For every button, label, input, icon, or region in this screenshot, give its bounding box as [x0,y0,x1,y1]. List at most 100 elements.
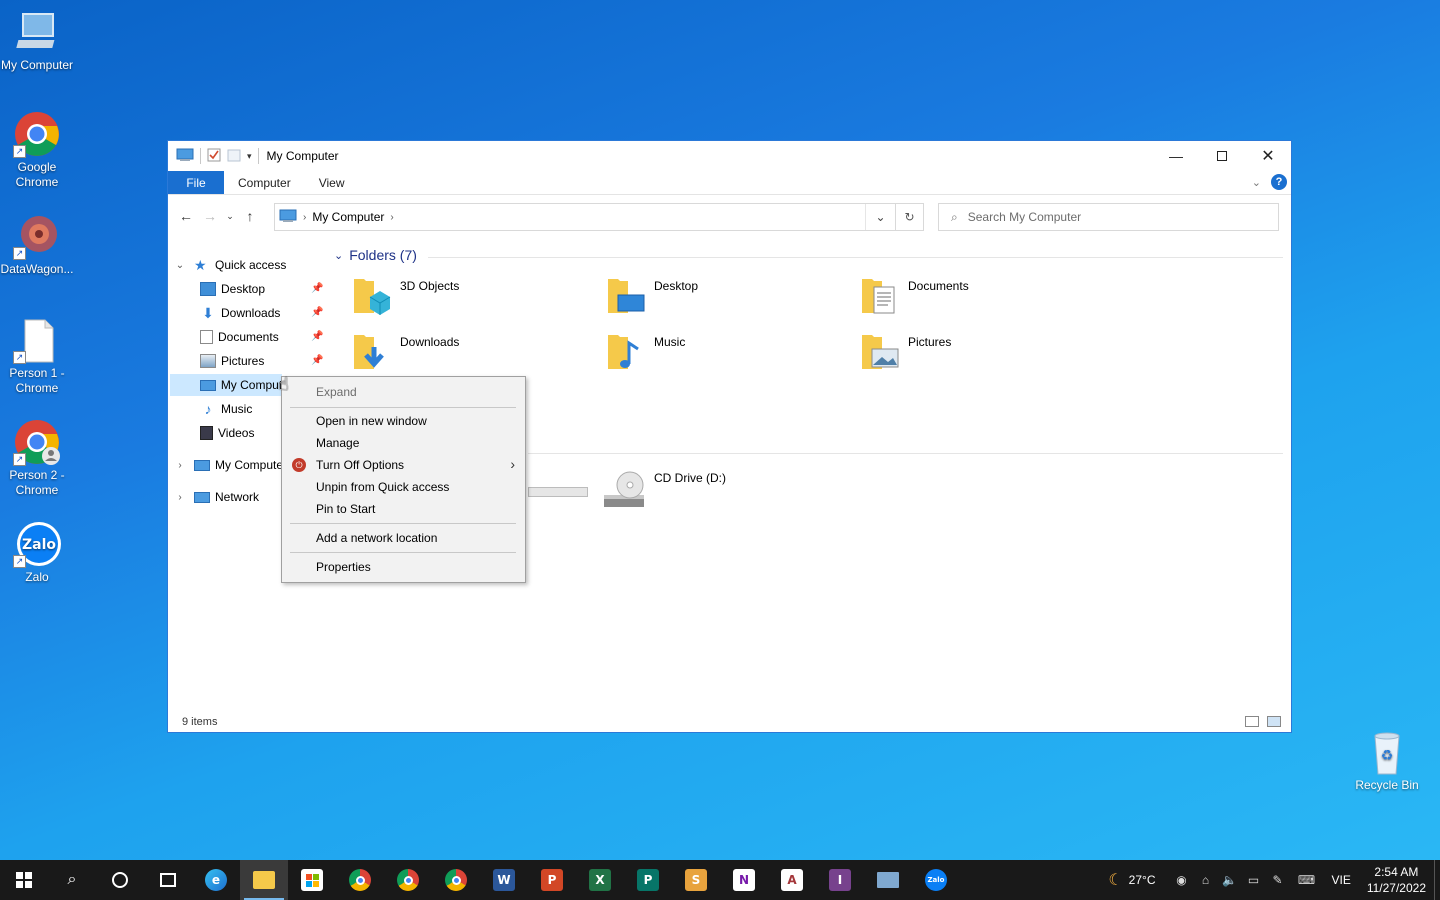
menu-item-unpin-from-quick-access[interactable]: Unpin from Quick access [316,480,449,494]
taskbar-powerpoint[interactable]: P [528,860,576,900]
tab-view[interactable]: View [305,171,359,194]
customize-toolbar-dropdown-icon[interactable]: ▾ [247,151,252,162]
desktop-icon-google-chrome[interactable]: ↗ Google Chrome [0,110,74,190]
address-bar[interactable]: › My Computer › ⌄ [274,203,896,231]
expand-ribbon-chevron-icon[interactable]: ⌄ [1252,176,1261,189]
tab-file[interactable]: File [168,171,224,194]
desktop-icon-recycle-bin[interactable]: ♻ Recycle Bin [1350,728,1424,793]
nav-item-my-computer-quick[interactable]: My Computer [170,374,282,396]
volume-icon[interactable]: 🔈 [1217,873,1241,887]
pin-icon[interactable]: 📌 [311,355,323,366]
desktop-icon-person-2-chrome[interactable]: ↗ Person 2 - Chrome [0,418,74,498]
folder-pictures[interactable]: Pictures [860,331,951,371]
shortcut-arrow-icon: ↗ [13,145,26,158]
cortana-button[interactable] [96,860,144,900]
menu-item-properties[interactable]: Properties [316,560,371,574]
taskbar-excel[interactable]: X [576,860,624,900]
taskbar-access[interactable]: A [768,860,816,900]
search-box[interactable]: ⌕ [938,203,1279,231]
details-view-button[interactable] [1245,716,1259,727]
folder-music[interactable]: Music [606,331,685,371]
breadcrumb-my-computer[interactable]: My Computer [312,210,384,224]
title-bar[interactable]: ▾ My Computer — ✕ [168,141,1291,171]
folder-documents[interactable]: Documents [860,275,969,315]
pen-icon[interactable]: ✎ [1265,873,1289,887]
weather-icon[interactable]: ☾ [1108,870,1122,890]
up-button[interactable]: ↑ [238,204,262,228]
start-button[interactable] [0,860,48,900]
zalo-tray-icon[interactable]: ◉ [1169,873,1193,887]
nav-item-pictures[interactable]: Pictures [200,350,264,372]
folders-group-header[interactable]: ⌄ Folders (7) [334,247,417,263]
nav-item-desktop[interactable]: Desktop [200,278,265,300]
pin-icon[interactable]: 📌 [311,307,323,318]
forward-button[interactable]: → [198,204,222,228]
taskbar-remote-desktop[interactable] [864,860,912,900]
minimize-button[interactable]: — [1153,141,1199,171]
folder-3d-objects[interactable]: 3D Objects [352,275,459,315]
menu-item-open-in-new-window[interactable]: Open in new window [316,414,427,428]
breadcrumb-chevron-icon[interactable]: › [390,212,393,223]
back-button[interactable]: ← [174,204,198,228]
menu-item-add-network-location[interactable]: Add a network location [316,531,437,545]
taskbar-sway[interactable]: S [672,860,720,900]
nav-item-music[interactable]: ♪ Music [200,398,253,420]
taskbar-chrome-profile-1[interactable] [384,860,432,900]
taskbar-zalo[interactable]: Zalo [912,860,960,900]
taskbar-word[interactable]: W [480,860,528,900]
new-folder-icon[interactable] [227,148,241,165]
menu-item-turn-off-options[interactable]: Turn Off Options [316,458,404,472]
pin-icon[interactable]: 📌 [311,283,323,294]
menu-item-expand[interactable]: Expand [316,385,357,399]
chevron-right-icon[interactable]: › [174,460,186,471]
menu-item-manage[interactable]: Manage [316,436,359,450]
keyboard-icon[interactable]: ⌨ [1289,873,1323,887]
nav-quick-access[interactable]: ⌄ ★ Quick access [174,254,287,276]
pin-icon[interactable]: 📌 [311,331,323,342]
nav-network[interactable]: › Network [174,486,259,508]
nav-my-computer[interactable]: › My Computer [174,454,285,476]
taskbar-file-explorer[interactable] [240,860,288,900]
clock[interactable]: 2:54 AM 11/27/2022 [1359,864,1434,896]
desktop-icon-person-1-chrome[interactable]: ↗ Person 1 - Chrome [0,316,74,396]
submenu-chevron-right-icon: › [510,456,515,472]
computer-icon[interactable] [176,148,194,165]
search-input[interactable] [967,210,1248,224]
breadcrumb-chevron-icon[interactable]: › [303,212,306,223]
desktop-icon-datawagon[interactable]: ↗ DataWagon... [0,212,74,277]
taskbar-onenote[interactable]: N [720,860,768,900]
taskbar-publisher[interactable]: P [624,860,672,900]
show-desktop-button[interactable] [1434,860,1440,900]
taskbar-chrome[interactable] [336,860,384,900]
taskbar-chrome-profile-2[interactable] [432,860,480,900]
network-tray-icon[interactable]: ⌂ [1193,873,1217,887]
tab-computer[interactable]: Computer [224,171,305,194]
weather-temperature[interactable]: 27°C [1129,873,1156,887]
search-button[interactable]: ⌕ [48,860,96,900]
refresh-button[interactable]: ↻ [896,203,924,231]
large-icons-view-button[interactable] [1267,716,1281,727]
folder-downloads[interactable]: Downloads [352,331,459,371]
folder-desktop[interactable]: Desktop [606,275,698,315]
input-language[interactable]: VIE [1331,873,1350,887]
taskbar-microsoft-store[interactable] [288,860,336,900]
properties-icon[interactable] [207,148,221,165]
recent-locations-button[interactable]: ⌄ [222,204,238,228]
close-button[interactable]: ✕ [1245,141,1291,171]
cd-drive-d[interactable]: CD Drive (D:) [602,469,726,513]
desktop-icon-my-computer[interactable]: My Computer [0,8,74,73]
help-icon[interactable]: ? [1271,174,1287,190]
nav-item-downloads[interactable]: ⬇ Downloads [200,302,280,324]
menu-item-pin-to-start[interactable]: Pin to Start [316,502,375,516]
taskbar-edge[interactable]: e [192,860,240,900]
chevron-right-icon[interactable]: › [174,492,186,503]
display-icon[interactable]: ▭ [1241,873,1265,887]
nav-item-videos[interactable]: Videos [200,422,254,444]
nav-item-documents[interactable]: Documents [200,326,279,348]
taskbar-infopath[interactable]: I [816,860,864,900]
chevron-down-icon[interactable]: ⌄ [174,260,186,271]
address-history-dropdown-button[interactable]: ⌄ [865,204,895,230]
task-view-button[interactable] [144,860,192,900]
maximize-button[interactable] [1199,141,1245,171]
desktop-icon-zalo[interactable]: Zalo ↗ Zalo [0,520,74,585]
